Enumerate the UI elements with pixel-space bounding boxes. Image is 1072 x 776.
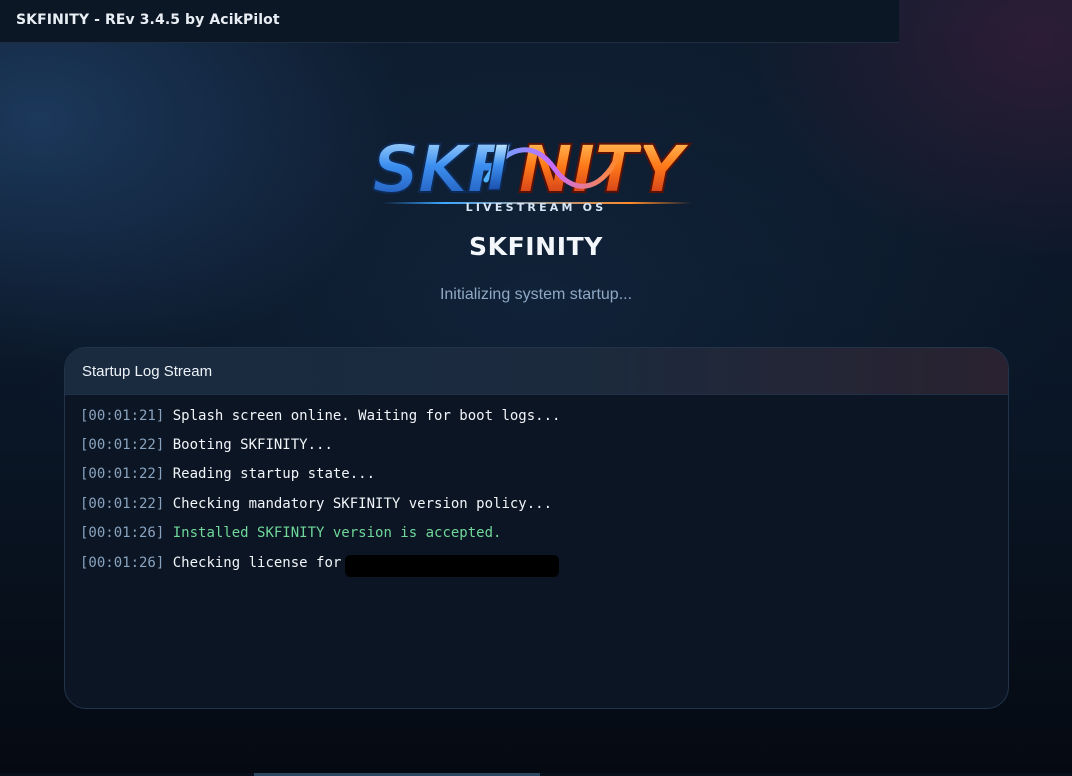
log-panel-title: Startup Log Stream xyxy=(82,363,213,380)
log-timestamp: [00:01:22] xyxy=(80,495,165,512)
log-message: Checking license for xyxy=(172,554,342,571)
log-message-success: Installed SKFINITY version is accepted. xyxy=(172,524,502,541)
logo-tagline: LIVESTREAM OS xyxy=(466,201,607,214)
log-message: Splash screen online. Waiting for boot l… xyxy=(172,408,561,424)
log-timestamp: [00:01:22] xyxy=(80,466,165,483)
log-line: [00:01:21] Splash screen online. Waiting… xyxy=(80,406,1008,435)
skfinity-logo: SKF NITY LIVESTREAM OS xyxy=(368,122,704,214)
log-line: [00:01:22] Reading startup state... xyxy=(80,464,1008,493)
log-line: [00:01:26] Checking license for xyxy=(80,552,1008,581)
log-timestamp: [00:01:21] xyxy=(80,408,165,424)
logo-graphic: SKF NITY LIVESTREAM OS xyxy=(371,130,694,214)
log-timestamp: [00:01:22] xyxy=(80,437,165,454)
log-timestamp: [00:01:26] xyxy=(80,554,165,571)
log-message: Checking mandatory SKFINITY version poli… xyxy=(172,495,553,512)
logo-wordmark-right: NITY xyxy=(518,131,691,208)
log-line-success: [00:01:26] Installed SKFINITY version is… xyxy=(80,523,1008,552)
title-bar[interactable]: SKFINITY - REv 3.4.5 by AcikPilot xyxy=(0,0,899,43)
splash-window: SKFINITY - REv 3.4.5 by AcikPilot SKF NI… xyxy=(0,0,1072,776)
app-name-heading: SKFINITY xyxy=(469,232,603,261)
log-message: Reading startup state... xyxy=(172,466,376,483)
startup-status-text: Initializing system startup... xyxy=(439,286,633,303)
startup-log-panel: Startup Log Stream [00:01:21] Splash scr… xyxy=(64,347,1009,709)
log-line: [00:01:22] Booting SKFINITY... xyxy=(80,435,1008,464)
log-message: Booting SKFINITY... xyxy=(172,437,333,454)
log-line: [00:01:22] Checking mandatory SKFINITY v… xyxy=(80,494,1008,523)
window-title: SKFINITY - REv 3.4.5 by AcikPilot xyxy=(16,12,280,28)
log-timestamp: [00:01:26] xyxy=(80,524,165,541)
log-panel-header: Startup Log Stream xyxy=(65,348,1008,395)
redacted-license-email xyxy=(345,554,560,577)
log-stream: [00:01:21] Splash screen online. Waiting… xyxy=(65,395,1008,581)
